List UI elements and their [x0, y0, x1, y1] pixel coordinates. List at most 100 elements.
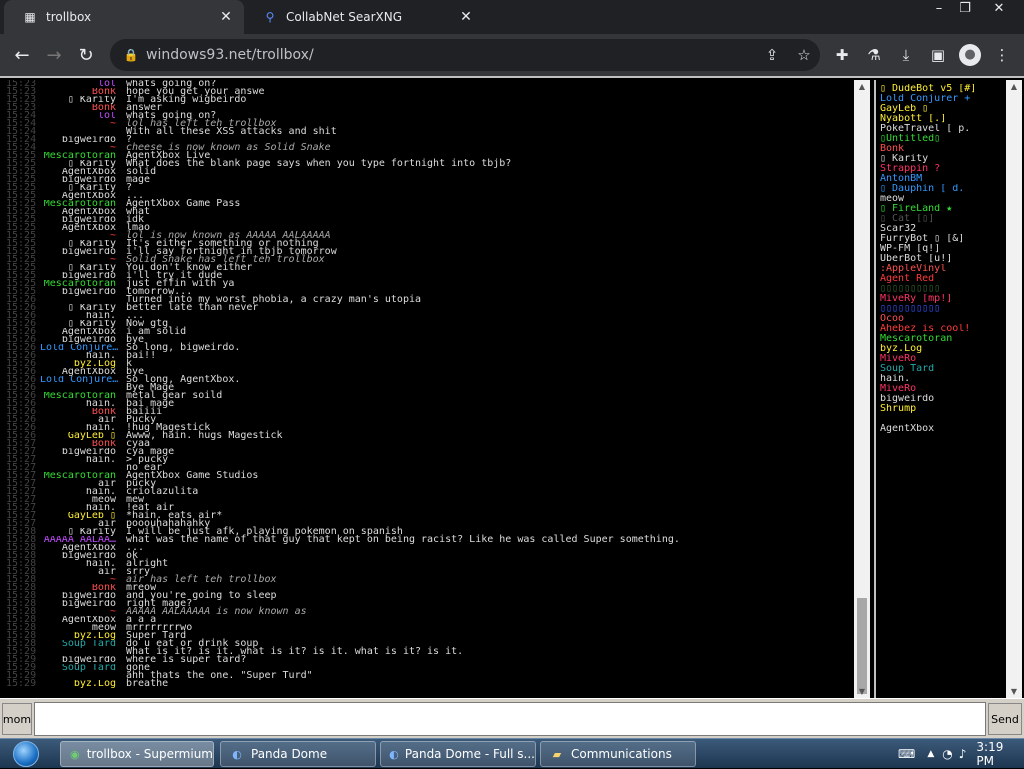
user-list-item[interactable]: MiveRo [880, 354, 1002, 364]
close-tab-icon[interactable]: ✕ [458, 9, 474, 25]
message-nick[interactable]: Lold Conjure… [40, 376, 126, 384]
user-list-item[interactable]: WP-FM [q!] [880, 244, 1002, 254]
message-nick[interactable]: hain. [40, 312, 126, 320]
message-nick[interactable] [40, 464, 126, 472]
user-list-scrollbar[interactable]: ▲ ▼ [1006, 80, 1022, 698]
user-list-item[interactable]: PokeTravel [ p. [880, 124, 1002, 134]
message-nick[interactable] [40, 672, 126, 680]
taskbar-item-trollbox[interactable]: ◉ trollbox - Supermium [60, 741, 214, 767]
reload-icon[interactable]: ↻ [70, 39, 102, 71]
message-nick[interactable]: ▯ Karity [40, 304, 126, 312]
message-nick[interactable]: AAAAA AALAA… [40, 536, 126, 544]
address-bar[interactable]: 🔒 windows93.net/trollbox/ ⇪ ☆ [110, 39, 820, 71]
share-icon[interactable]: ⇪ [756, 46, 788, 64]
taskbar-item-panda-dome-full[interactable]: ◐ Panda Dome - Full s... [380, 741, 536, 767]
message-nick[interactable]: lol [40, 80, 126, 88]
message-nick[interactable]: air [40, 480, 126, 488]
message-nick[interactable]: GayLeb ▯ [40, 432, 126, 440]
user-list-item[interactable]: ▯ FireLand ★ [880, 204, 1002, 214]
menu-kebab-icon[interactable]: ⋮ [986, 39, 1018, 71]
message-nick[interactable]: ▯ Karity [40, 240, 126, 248]
message-nick[interactable]: GayLeb ▯ [40, 512, 126, 520]
taskbar-item-communications[interactable]: ▰ Communications [540, 741, 696, 767]
message-nick[interactable]: bigweirdo [40, 336, 126, 344]
user-list-item[interactable]: meow [880, 194, 1002, 204]
message-nick[interactable]: Mescarotoran [40, 280, 126, 288]
user-list-item[interactable]: byz.Log [880, 344, 1002, 354]
user-list-item[interactable]: Agent Red [880, 274, 1002, 284]
user-list-item[interactable]: ▯▯▯▯▯▯▯▯▯▯ [880, 284, 1002, 294]
user-list-item[interactable]: Strappin ? [880, 164, 1002, 174]
network-icon[interactable]: ◔ [942, 747, 952, 761]
user-list-item[interactable]: Shrump [880, 404, 1002, 414]
message-nick[interactable] [40, 296, 126, 304]
message-nick[interactable]: air [40, 520, 126, 528]
message-nick[interactable]: hain. [40, 488, 126, 496]
message-nick[interactable]: AgentXbox [40, 168, 126, 176]
user-list-item[interactable]: MiveRo [880, 384, 1002, 394]
show-hidden-icons-icon[interactable]: ▲ [927, 749, 934, 759]
user-list-item[interactable]: hain. [880, 374, 1002, 384]
message-nick[interactable]: meow [40, 496, 126, 504]
side-panel-icon[interactable]: ▣ [922, 39, 954, 71]
message-nick[interactable]: hain. [40, 424, 126, 432]
message-input[interactable] [34, 702, 986, 736]
user-list-item[interactable]: :AppleVinyl [880, 264, 1002, 274]
message-nick[interactable]: byz.Log [40, 360, 126, 368]
user-list-item[interactable]: MiveRy [mp!] [880, 294, 1002, 304]
message-nick[interactable]: byz.Log [40, 632, 126, 640]
message-nick[interactable] [40, 128, 126, 136]
message-nick[interactable]: bigweirdo [40, 136, 126, 144]
scroll-up-arrow-icon[interactable]: ▲ [1006, 82, 1022, 91]
message-nick[interactable]: ~ [40, 608, 126, 616]
message-nick[interactable]: air [40, 568, 126, 576]
user-list-item[interactable]: ▯ DudeBot v5 [#] [880, 84, 1002, 94]
message-nick[interactable]: Mescarotoran [40, 152, 126, 160]
message-nick[interactable]: AgentXbox [40, 616, 126, 624]
back-arrow-icon[interactable]: ← [6, 39, 38, 71]
user-list-item[interactable]: GayLeb ▯ [880, 104, 1002, 114]
message-nick[interactable]: bigweirdo [40, 272, 126, 280]
message-scrollbar[interactable]: ▲ ▼ [854, 80, 870, 698]
message-nick[interactable]: Mescarotoran [40, 472, 126, 480]
volume-icon[interactable]: ♪ [959, 747, 967, 761]
message-nick[interactable]: ▯ Karity [40, 264, 126, 272]
message-nick[interactable] [40, 648, 126, 656]
url-text[interactable]: windows93.net/trollbox/ [146, 47, 756, 63]
message-nick[interactable]: bigweirdo [40, 248, 126, 256]
message-nick[interactable]: bigweirdo [40, 216, 126, 224]
close-window-button[interactable]: ✕ [982, 0, 1016, 18]
nickname-button[interactable]: mom [2, 703, 32, 735]
message-nick[interactable]: ~ [40, 232, 126, 240]
message-nick[interactable]: hain. [40, 456, 126, 464]
user-list-item[interactable]: FurryBot ▯ [&] [880, 234, 1002, 244]
message-nick[interactable]: AgentXbox [40, 192, 126, 200]
user-list-item[interactable]: UberBot [u!] [880, 254, 1002, 264]
user-list-item[interactable]: ▯Untitled▯ [880, 134, 1002, 144]
scroll-thumb[interactable] [857, 598, 867, 694]
send-button[interactable]: Send [988, 703, 1022, 735]
message-nick[interactable]: ▯ Karity [40, 184, 126, 192]
message-nick[interactable]: Bonk [40, 88, 126, 96]
forward-arrow-icon[interactable]: → [38, 39, 70, 71]
message-nick[interactable]: bigweirdo [40, 176, 126, 184]
message-nick[interactable]: Bonk [40, 440, 126, 448]
message-nick[interactable]: AgentXbox [40, 224, 126, 232]
close-tab-icon[interactable]: ✕ [218, 9, 234, 25]
message-nick[interactable]: AgentXbox [40, 328, 126, 336]
message-nick[interactable]: Bonk [40, 104, 126, 112]
download-icon[interactable]: ⤓ [890, 39, 922, 71]
message-nick[interactable]: ▯ Karity [40, 320, 126, 328]
user-list-item[interactable]: Nyabott [.] [880, 114, 1002, 124]
user-list-item[interactable] [880, 414, 1002, 424]
user-list-item[interactable]: AgentXbox [880, 424, 1002, 434]
user-list-item[interactable]: Scar32 [880, 224, 1002, 234]
message-nick[interactable]: lol [40, 112, 126, 120]
message-nick[interactable]: hain. [40, 400, 126, 408]
message-nick[interactable]: ~ [40, 120, 126, 128]
message-nick[interactable]: AgentXbox [40, 208, 126, 216]
message-nick[interactable]: ~ [40, 144, 126, 152]
message-nick[interactable]: bigweirdo [40, 592, 126, 600]
bookmark-star-icon[interactable]: ☆ [788, 46, 820, 64]
message-nick[interactable]: hain. [40, 352, 126, 360]
